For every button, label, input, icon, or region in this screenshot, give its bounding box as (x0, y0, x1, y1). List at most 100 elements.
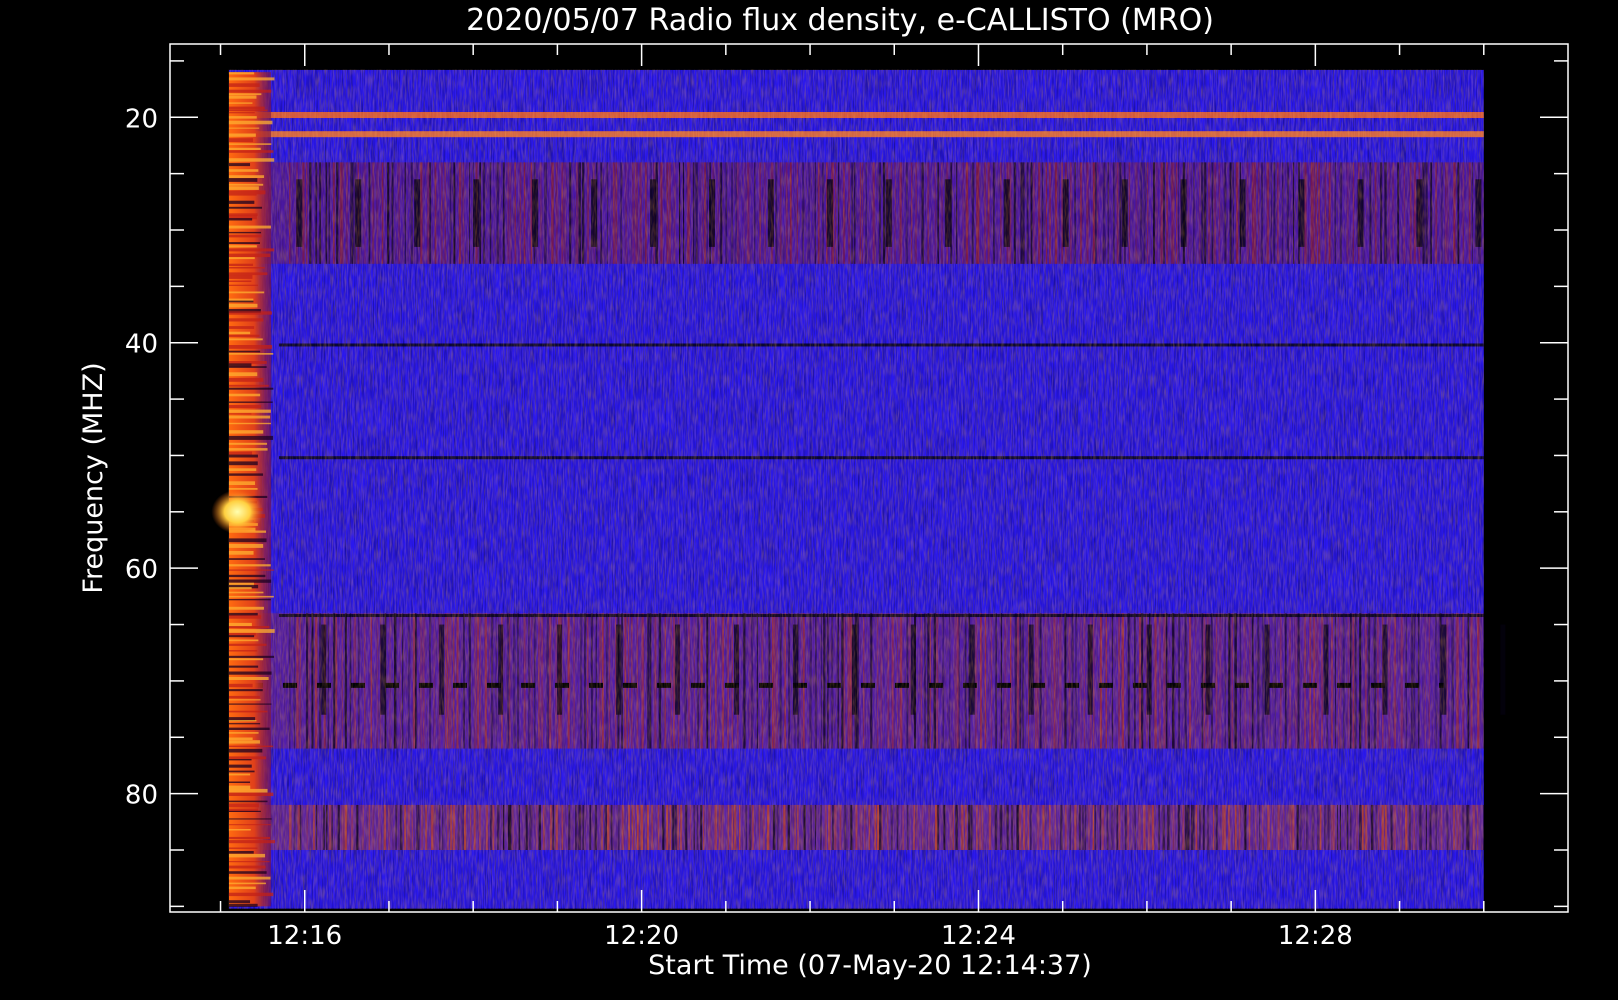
burst-streak (228, 803, 259, 808)
burst-streak (228, 366, 267, 368)
burst-streak (228, 442, 268, 445)
burst-streak (228, 303, 258, 308)
x-tick-label: 12:16 (267, 921, 342, 951)
burst-streak (228, 569, 274, 571)
burst-streak (228, 847, 258, 849)
burst-streak (228, 158, 275, 162)
burst-streak (228, 163, 251, 167)
burst-streak (228, 345, 273, 349)
burst-streak (228, 840, 276, 844)
burst-streak (228, 291, 265, 294)
burst-streak (228, 200, 255, 204)
burst-streak (228, 372, 258, 377)
burst-streak (228, 836, 271, 840)
burst-streak (228, 231, 262, 234)
burst-streak (228, 89, 272, 93)
burst-streak (228, 275, 253, 279)
burst-streak (228, 178, 258, 182)
burst-streak (228, 77, 275, 81)
burst-streak (228, 338, 263, 341)
burst-streak (228, 655, 275, 658)
burst-streak (228, 788, 268, 793)
burst-streak (228, 861, 270, 863)
burst-streak (228, 658, 264, 661)
burst-streak (228, 886, 256, 890)
burst-streak (228, 448, 268, 451)
burst-streak (228, 318, 264, 322)
burst-streak (228, 169, 259, 172)
x-tick-label: 12:24 (941, 921, 1016, 951)
burst-streak (228, 551, 254, 555)
burst-streak (228, 473, 264, 476)
burst-streak (228, 574, 266, 578)
burst-streak (228, 671, 272, 675)
burst-streak (228, 732, 259, 734)
burst-streak (228, 818, 272, 820)
chart-title: 2020/05/07 Radio flux density, e-CALLIST… (466, 3, 1214, 38)
burst-streak (228, 829, 251, 831)
x-axis-label: Start Time (07-May-20 12:14:37) (648, 950, 1092, 981)
burst-streak (228, 650, 258, 652)
burst-streak (228, 488, 258, 490)
burst-streak (228, 267, 265, 269)
burst-streak (228, 138, 254, 142)
burst-streak (228, 245, 257, 248)
burst-streak (228, 461, 258, 466)
burst-streak (228, 865, 266, 869)
burst-streak (228, 781, 251, 783)
burst-streak (228, 683, 253, 688)
burst-streak (228, 810, 261, 812)
burst-streak (228, 183, 264, 186)
burst-streak (228, 175, 265, 178)
burst-streak (228, 740, 260, 744)
y-tick-label: 60 (125, 555, 158, 585)
burst-streak (228, 748, 263, 753)
hot-spot (211, 489, 264, 534)
burst-streak (228, 430, 264, 434)
burst-streak (228, 387, 274, 390)
burst-streak (228, 699, 261, 701)
burst-streak (228, 401, 273, 403)
burst-streak (228, 892, 274, 897)
burst-streak (228, 206, 263, 209)
comb-mark (1500, 624, 1506, 715)
burst-streak (228, 435, 274, 440)
burst-streak (228, 622, 252, 627)
burst-streak (228, 800, 268, 803)
burst-streak (228, 824, 271, 826)
burst-streak (228, 451, 253, 455)
burst-streak (228, 405, 262, 409)
burst-streak (228, 422, 271, 425)
burst-streak (228, 353, 274, 355)
burst-streak (228, 587, 252, 590)
burst-streak (228, 190, 266, 195)
burst-streak (228, 186, 259, 190)
burst-streak (228, 756, 267, 760)
burst-streak (228, 900, 251, 904)
burst-streak (228, 143, 272, 145)
burst-streak (228, 413, 252, 415)
burst-streak (228, 626, 270, 629)
burst-streak (228, 538, 267, 543)
burst-streak (228, 133, 256, 137)
burst-streak (228, 639, 259, 642)
burst-streak (228, 727, 270, 730)
burst-streak (228, 454, 258, 458)
burst-streak (228, 415, 271, 419)
burst-streak (228, 225, 271, 229)
burst-streak (228, 689, 263, 692)
burst-streak (228, 409, 271, 413)
burst-streak (228, 147, 261, 150)
x-tick-label: 12:20 (604, 921, 679, 951)
y-tick-label: 20 (125, 104, 158, 134)
burst-streak (228, 194, 257, 196)
burst-streak (228, 770, 255, 773)
burst-streak (228, 468, 257, 471)
burst-streak (228, 723, 261, 725)
burst-streak (228, 759, 252, 761)
burst-streak (228, 384, 269, 387)
burst-streak (228, 851, 254, 854)
burst-streak (228, 326, 255, 329)
burst-streak (228, 393, 261, 397)
burst-streak (228, 263, 254, 266)
